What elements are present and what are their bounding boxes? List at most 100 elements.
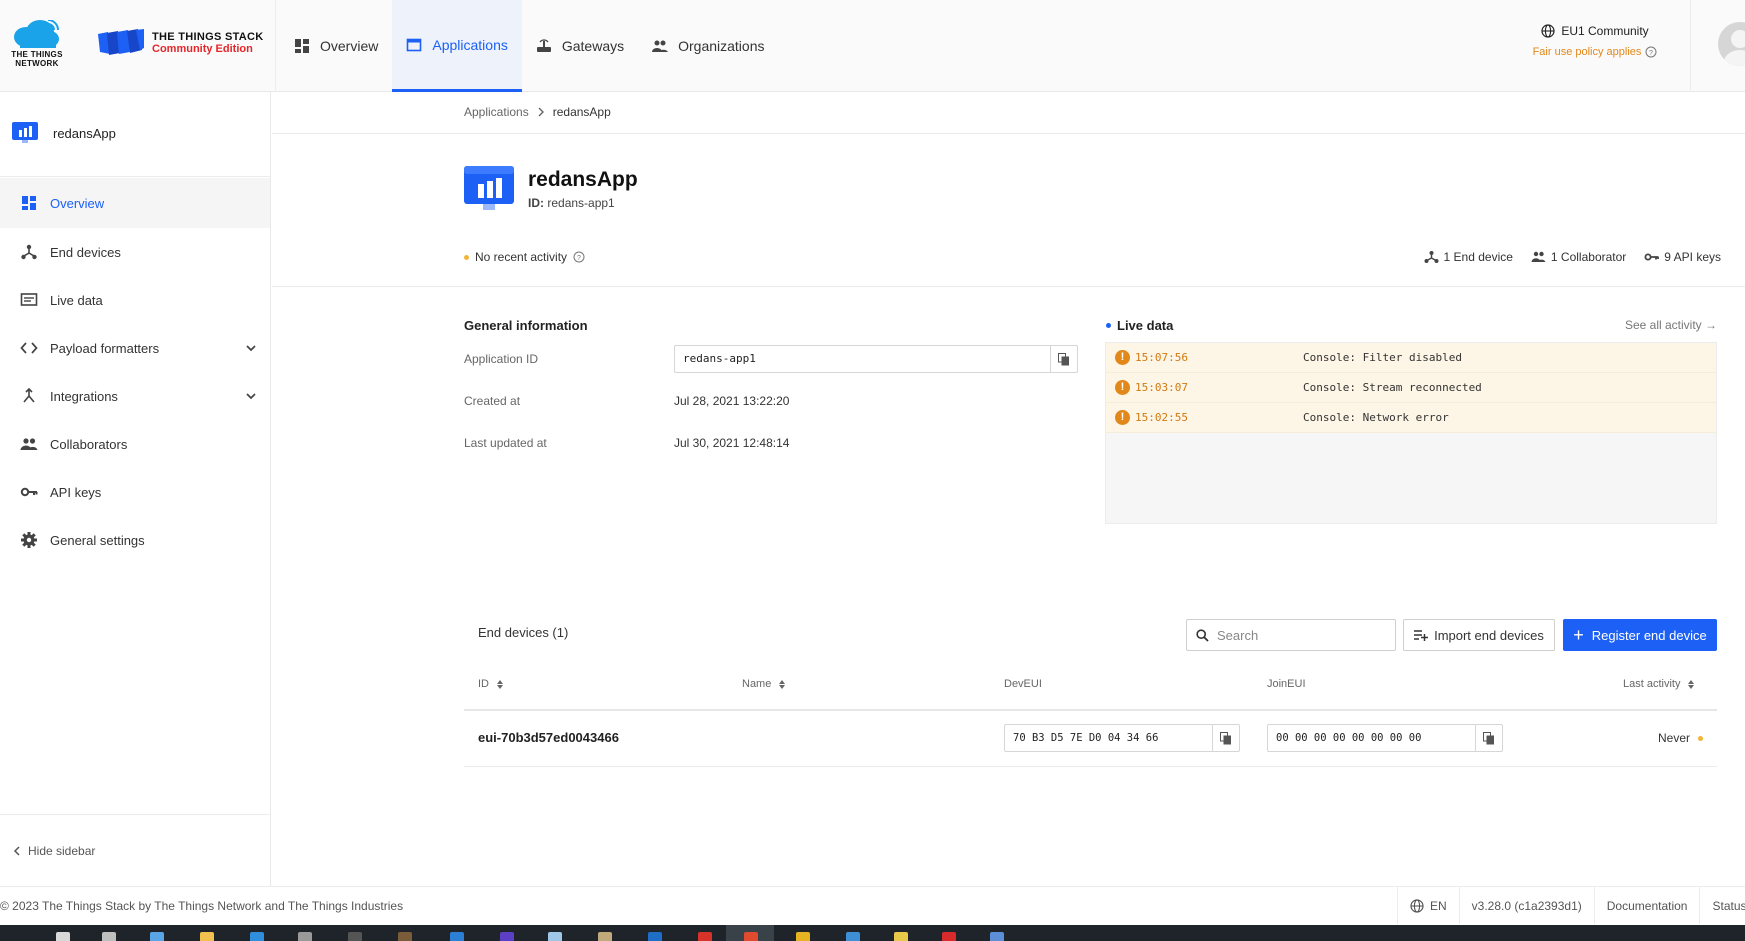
taskbar-app-icon[interactable] — [250, 932, 264, 941]
general-info-title: General information — [464, 318, 588, 333]
ttn-logo[interactable]: THE THINGS NETWORK — [6, 18, 62, 70]
nav-organizations[interactable]: Organizations — [638, 0, 778, 92]
last-activity-value: Never — [1658, 731, 1691, 745]
chevron-down-icon[interactable] — [244, 341, 258, 355]
taskbar-folder-icon[interactable] — [200, 932, 214, 941]
import-end-devices-button[interactable]: Import end devices — [1403, 619, 1555, 651]
key-icon — [1644, 253, 1660, 261]
see-all-activity-link[interactable]: See all activity → — [1625, 318, 1717, 332]
stack-logo[interactable]: THE THINGS STACK Community Edition — [98, 28, 268, 58]
user-avatar[interactable] — [1718, 22, 1745, 66]
section-divider — [272, 286, 1745, 287]
taskbar-app-icon[interactable] — [894, 932, 908, 941]
application-icon — [407, 38, 422, 51]
copy-deveui-button[interactable] — [1212, 725, 1239, 751]
fair-use-policy-link[interactable]: Fair use policy applies — [1533, 46, 1642, 58]
search-input[interactable] — [1217, 627, 1387, 643]
sidebar-item-integrations[interactable]: Integrations — [0, 372, 270, 420]
deveui-field[interactable]: 70 B3 D5 7E D0 04 34 66 — [1004, 724, 1240, 752]
sidebar-item-api-keys[interactable]: API keys — [0, 468, 270, 516]
stack-logo-icon — [98, 29, 144, 55]
register-end-device-button[interactable]: + Register end device — [1563, 619, 1717, 651]
joineui-value[interactable]: 00 00 00 00 00 00 00 00 — [1268, 725, 1475, 751]
sidebar-item-label: Collaborators — [50, 436, 128, 452]
help-icon[interactable]: ? — [1645, 46, 1657, 58]
column-header-deveui: DevEUI — [1004, 678, 1042, 690]
help-icon[interactable]: ? — [573, 251, 585, 263]
taskbar-app-icon[interactable] — [648, 932, 662, 941]
nav-overview[interactable]: Overview — [280, 0, 392, 92]
chevron-right-icon — [538, 107, 544, 117]
dashboard-icon — [22, 196, 36, 210]
copy-app-id-button[interactable] — [1050, 346, 1077, 372]
column-header-label: Last activity — [1623, 678, 1681, 690]
status-dot-icon — [1698, 735, 1704, 741]
sidebar-item-live-data[interactable]: Live data — [0, 276, 270, 324]
live-data-panel: ! 15:07:56 Console: Filter disabled ! 15… — [1105, 342, 1717, 524]
device-search[interactable] — [1186, 619, 1396, 651]
network-selector[interactable]: EU1 Community Fair use policy applies ? — [1520, 24, 1670, 58]
taskbar-app-icon[interactable] — [598, 932, 612, 941]
taskbar-app-icon[interactable] — [102, 932, 116, 941]
column-header-id[interactable]: ID — [478, 678, 503, 690]
sidebar-item-collaborators[interactable]: Collaborators — [0, 420, 270, 468]
nav-overview-label: Overview — [320, 38, 379, 54]
taskbar-app-icon[interactable] — [698, 932, 712, 941]
taskbar-app-icon[interactable] — [150, 932, 164, 941]
breadcrumb-bar: Applications redansApp — [272, 92, 1745, 134]
footer: © 2023 The Things Stack by The Things Ne… — [0, 886, 1745, 924]
app-id-field[interactable]: redans-app1 — [674, 345, 1078, 373]
live-event-row[interactable]: ! 15:02:55 Console: Network error — [1106, 403, 1716, 433]
sidebar-item-payload-formatters[interactable]: Payload formatters — [0, 324, 270, 372]
header-divider — [275, 0, 276, 92]
taskbar-app-icon[interactable] — [942, 932, 956, 941]
taskbar-search-icon[interactable] — [56, 932, 70, 941]
live-event-row[interactable]: ! 15:07:56 Console: Filter disabled — [1106, 343, 1716, 373]
taskbar-app-icon[interactable] — [548, 932, 562, 941]
sidebar-item-label: End devices — [50, 244, 121, 260]
hide-sidebar-button[interactable]: Hide sidebar — [0, 814, 270, 887]
taskbar-app-icon[interactable] — [348, 932, 362, 941]
sidebar-menu: Overview End devices Live data Payload f… — [0, 178, 270, 564]
taskbar-browser-icon[interactable] — [744, 932, 758, 941]
nav-gateways[interactable]: Gateways — [522, 0, 638, 92]
app-id-field-value[interactable]: redans-app1 — [675, 346, 1050, 372]
taskbar-app-icon[interactable] — [398, 932, 412, 941]
people-icon — [20, 438, 38, 450]
language-selector[interactable]: EN — [1397, 887, 1459, 924]
globe-icon — [1541, 24, 1555, 38]
code-icon — [20, 342, 38, 354]
stat-collaborators[interactable]: 1 Collaborator — [1531, 250, 1626, 264]
column-header-name[interactable]: Name — [742, 678, 786, 690]
device-id-cell[interactable]: eui-70b3d57ed0043466 — [478, 730, 619, 745]
chevron-down-icon[interactable] — [244, 389, 258, 403]
sort-icon — [779, 679, 786, 689]
sort-icon — [497, 679, 503, 689]
deveui-value[interactable]: 70 B3 D5 7E D0 04 34 66 — [1005, 725, 1212, 751]
stat-api-keys[interactable]: 9 API keys — [1644, 250, 1721, 264]
dashboard-icon — [295, 39, 309, 53]
taskbar-vscode-icon[interactable] — [450, 932, 464, 941]
sidebar-item-general-settings[interactable]: General settings — [0, 516, 270, 564]
sidebar-item-end-devices[interactable]: End devices — [0, 228, 270, 276]
joineui-field[interactable]: 00 00 00 00 00 00 00 00 — [1267, 724, 1503, 752]
taskbar-app-icon[interactable] — [846, 932, 860, 941]
copy-joineui-button[interactable] — [1475, 725, 1502, 751]
app-id-value: redans-app1 — [547, 196, 615, 210]
stat-end-devices[interactable]: 1 End device — [1424, 250, 1513, 264]
column-header-last-activity[interactable]: Last activity — [1623, 678, 1695, 690]
taskbar-app-icon[interactable] — [990, 932, 1004, 941]
globe-icon — [1410, 898, 1424, 913]
documentation-link[interactable]: Documentation — [1593, 887, 1700, 924]
breadcrumb-applications[interactable]: Applications — [464, 105, 529, 119]
taskbar-app-icon[interactable] — [796, 932, 810, 941]
last-activity-cell: Never — [1658, 731, 1704, 745]
nav-applications[interactable]: Applications — [392, 0, 522, 92]
network-cluster: EU1 Community — [1561, 24, 1649, 38]
live-event-row[interactable]: ! 15:03:07 Console: Stream reconnected — [1106, 373, 1716, 403]
sidebar-item-overview[interactable]: Overview — [0, 178, 270, 228]
taskbar-app-icon[interactable] — [500, 932, 514, 941]
page-title: redansApp — [528, 168, 638, 191]
status-link[interactable]: Status — [1699, 887, 1745, 924]
taskbar-app-icon[interactable] — [298, 932, 312, 941]
